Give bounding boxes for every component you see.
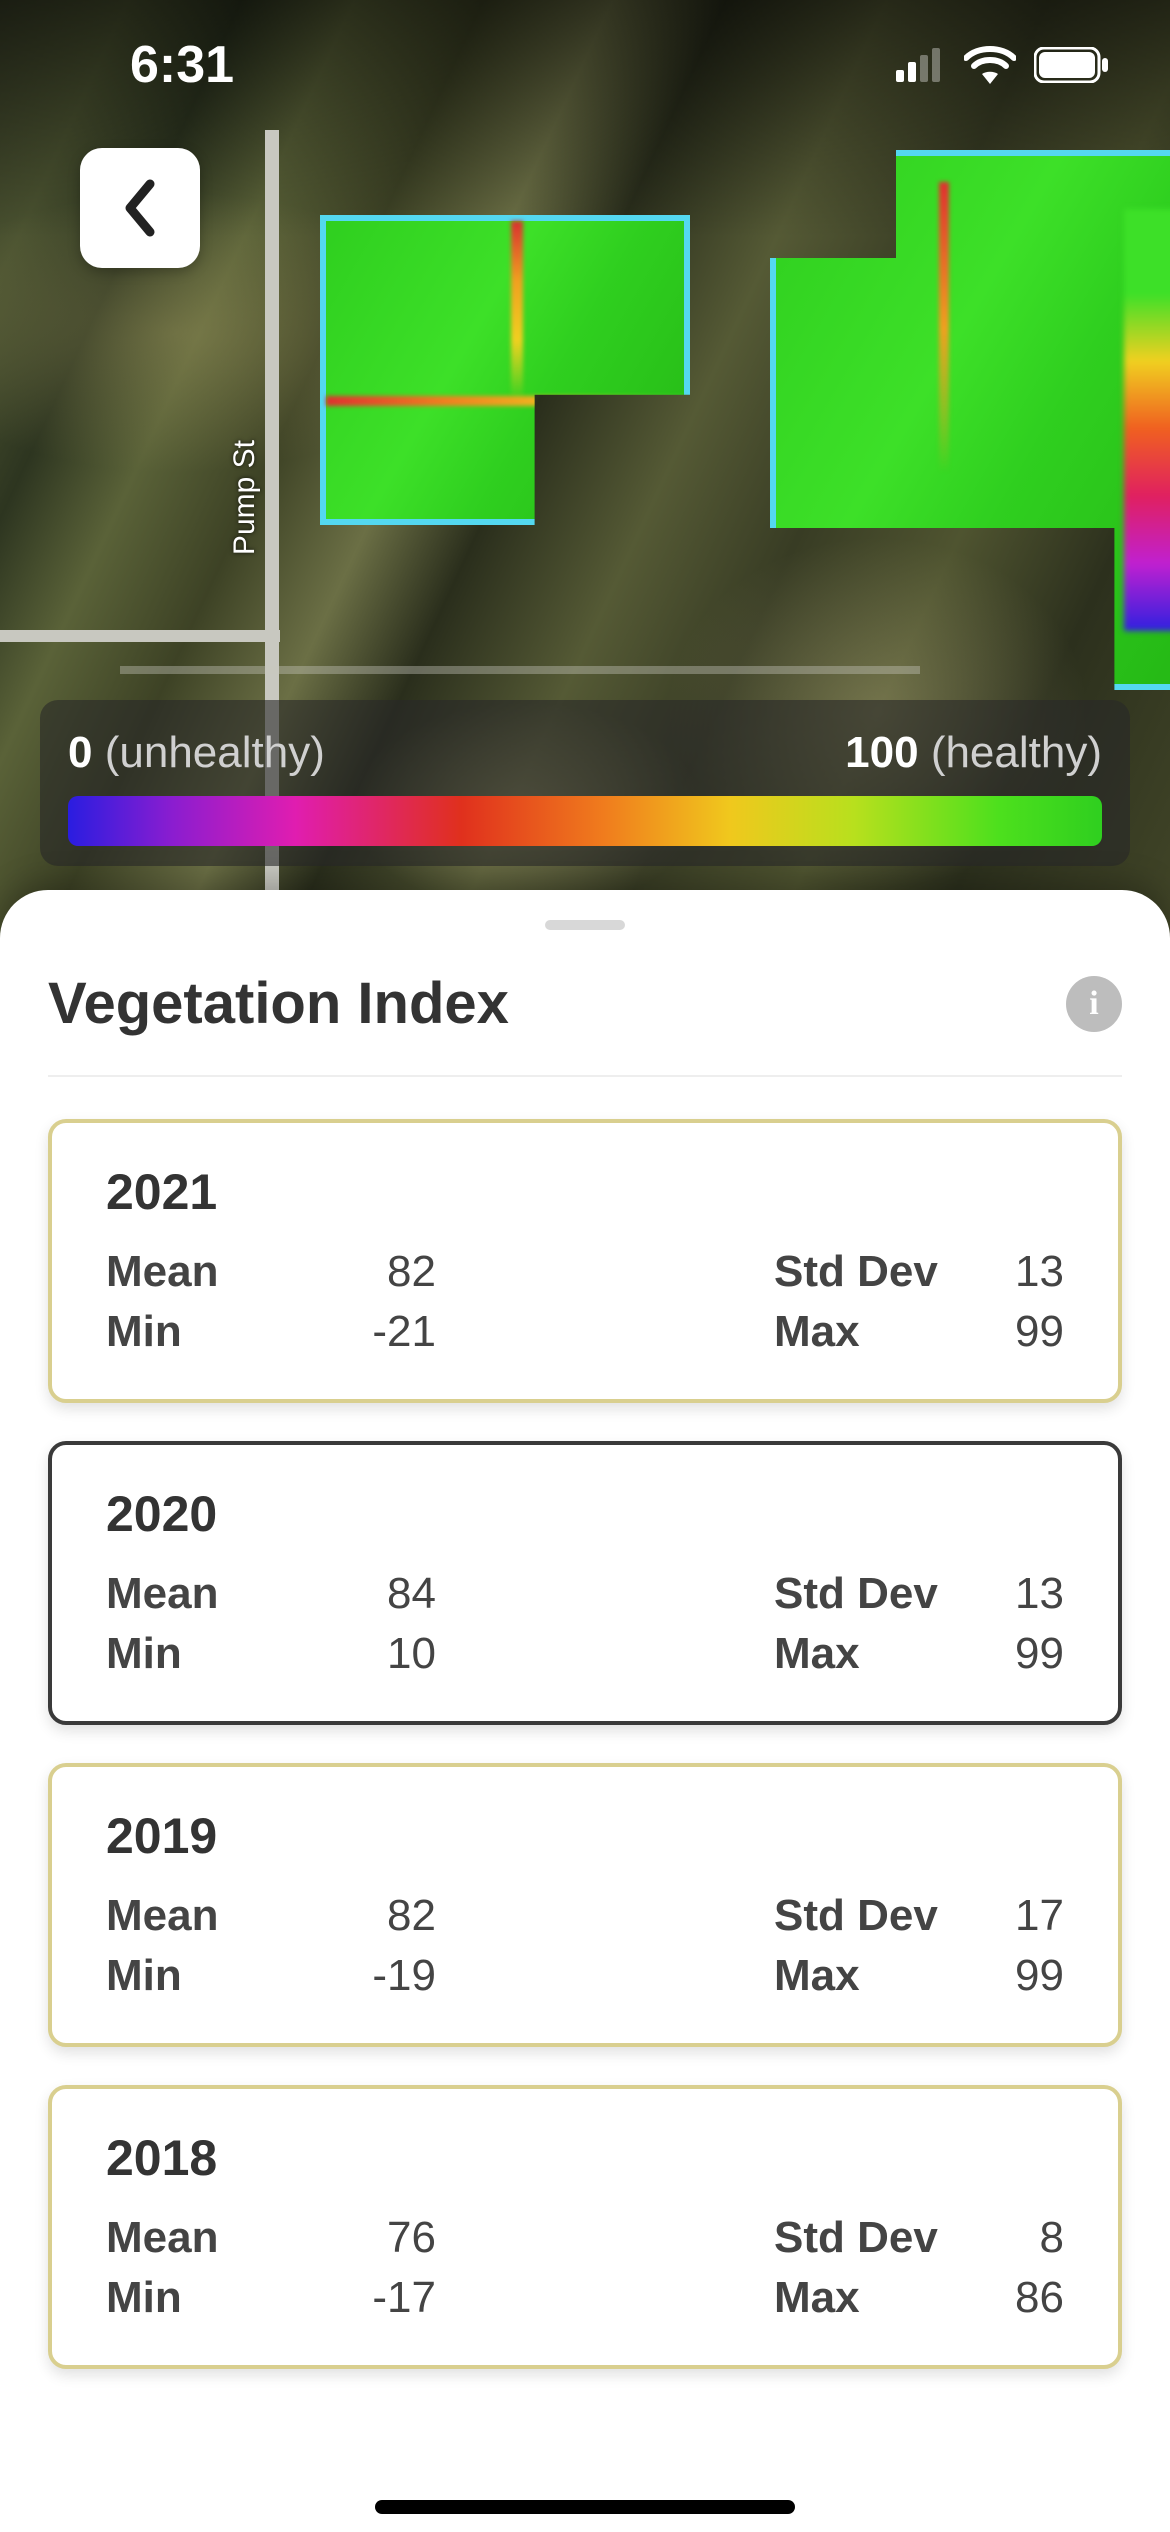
stat-value-max: 99	[944, 1629, 1064, 1679]
sheet-title: Vegetation Index	[48, 970, 509, 1037]
sheet-grabber[interactable]	[545, 920, 625, 930]
battery-icon	[1034, 47, 1110, 83]
map-road	[120, 666, 920, 674]
stat-label-min: Min	[106, 1629, 276, 1679]
stat-label-stddev: Std Dev	[774, 2213, 944, 2263]
info-icon: i	[1089, 985, 1098, 1023]
legend-gradient	[68, 796, 1102, 846]
stat-label-min: Min	[106, 1951, 276, 2001]
year-card[interactable]: 2021 Mean82 Std Dev13 Min-21 Max99	[48, 1119, 1122, 1403]
stat-value-mean: 82	[276, 1247, 436, 1297]
field-overlay-right[interactable]	[770, 150, 1170, 690]
year-card[interactable]: 2018 Mean76 Std Dev8 Min-17 Max86	[48, 2085, 1122, 2369]
stat-label-max: Max	[774, 1951, 944, 2001]
stat-label-mean: Mean	[106, 1891, 276, 1941]
stat-value-max: 99	[944, 1951, 1064, 2001]
stat-value-mean: 84	[276, 1569, 436, 1619]
stat-value-min: -17	[276, 2273, 436, 2323]
year-label: 2020	[106, 1485, 1064, 1543]
year-card[interactable]: 2019 Mean82 Std Dev17 Min-19 Max99	[48, 1763, 1122, 2047]
status-icons	[896, 46, 1110, 84]
field-overlay-left[interactable]	[320, 215, 690, 525]
stat-label-min: Min	[106, 1307, 276, 1357]
stat-label-max: Max	[774, 1307, 944, 1357]
year-label: 2021	[106, 1163, 1064, 1221]
stat-value-max: 99	[944, 1307, 1064, 1357]
stat-value-stddev: 8	[944, 2213, 1064, 2263]
bottom-sheet[interactable]: Vegetation Index i 2021Mean82Std Dev13Mi…	[0, 890, 1170, 2532]
stat-label-max: Max	[774, 2273, 944, 2323]
status-time: 6:31	[130, 35, 234, 95]
stat-value-stddev: 13	[944, 1247, 1064, 1297]
stat-label-mean: Mean	[106, 1569, 276, 1619]
wifi-icon	[964, 46, 1016, 84]
info-button[interactable]: i	[1066, 976, 1122, 1032]
stat-value-stddev: 17	[944, 1891, 1064, 1941]
stat-label-stddev: Std Dev	[774, 1891, 944, 1941]
map-road	[0, 630, 280, 642]
stat-value-mean: 82	[276, 1891, 436, 1941]
stat-label-max: Max	[774, 1629, 944, 1679]
stat-label-stddev: Std Dev	[774, 1569, 944, 1619]
legend-high: 100 (healthy)	[845, 728, 1102, 778]
cellular-icon	[896, 48, 946, 82]
stat-value-stddev: 13	[944, 1569, 1064, 1619]
stat-label-stddev: Std Dev	[774, 1247, 944, 1297]
year-label: 2018	[106, 2129, 1064, 2187]
legend-low: 0 (unhealthy)	[68, 728, 325, 778]
status-bar: 6:31	[0, 0, 1170, 130]
stat-value-min: 10	[276, 1629, 436, 1679]
year-label: 2019	[106, 1807, 1064, 1865]
stat-label-mean: Mean	[106, 2213, 276, 2263]
color-legend: 0 (unhealthy) 100 (healthy)	[40, 700, 1130, 866]
home-indicator[interactable]	[375, 2500, 795, 2514]
back-button[interactable]	[80, 148, 200, 268]
road-label-pump-st: Pump St	[228, 440, 262, 555]
year-card[interactable]: 2020 Mean84 Std Dev13 Min10 Max99	[48, 1441, 1122, 1725]
stat-value-min: -19	[276, 1951, 436, 2001]
stat-label-mean: Mean	[106, 1247, 276, 1297]
stat-value-max: 86	[944, 2273, 1064, 2323]
stat-label-min: Min	[106, 2273, 276, 2323]
stat-value-mean: 76	[276, 2213, 436, 2263]
chevron-left-icon	[120, 178, 160, 238]
stat-value-min: -21	[276, 1307, 436, 1357]
